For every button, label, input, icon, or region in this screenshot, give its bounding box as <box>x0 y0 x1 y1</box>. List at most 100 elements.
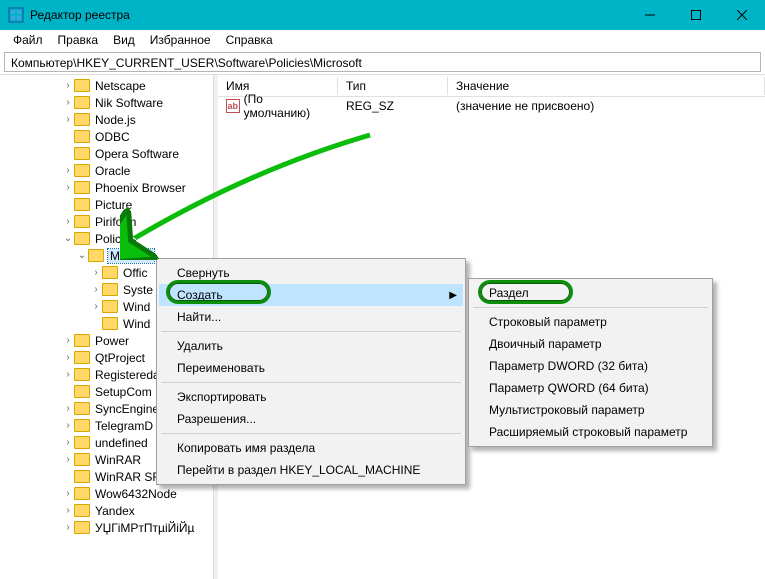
expand-icon[interactable]: › <box>62 216 74 227</box>
tree-item[interactable]: Opera Software <box>0 145 213 162</box>
collapse-icon[interactable]: ⌄ <box>62 233 74 244</box>
tree-item[interactable]: ⌄Policies <box>0 230 213 247</box>
tree-item-label: undefined <box>94 436 149 450</box>
menu-separator <box>161 433 461 434</box>
tree-item-label: Piriform <box>94 215 137 229</box>
expand-icon[interactable]: › <box>62 437 74 448</box>
tree-item[interactable]: ›Phoenix Browser <box>0 179 213 196</box>
menu-item-label: Двоичный параметр <box>489 337 602 351</box>
menu-item[interactable]: Расширяемый строковый параметр <box>471 421 710 443</box>
tree-item-label: Netscape <box>94 79 147 93</box>
expand-icon[interactable]: › <box>90 301 102 312</box>
menu-item[interactable]: Двоичный параметр <box>471 333 710 355</box>
menu-edit[interactable]: Правка <box>51 31 106 49</box>
list-row[interactable]: ab (По умолчанию) REG_SZ (значение не пр… <box>218 97 765 115</box>
submenu-create[interactable]: Раздел Строковый параметр Двоичный парамет… <box>468 278 713 447</box>
context-menu[interactable]: СвернутьСоздать▶Найти... Удалить Переимено… <box>156 258 466 485</box>
menu-item[interactable]: Удалить <box>159 335 463 357</box>
menu-item-label: Раздел <box>489 286 529 300</box>
menu-item-label: Экспортировать <box>177 390 267 404</box>
menu-item[interactable]: Перейти в раздел HKEY_LOCAL_MACHINE <box>159 459 463 481</box>
menu-item[interactable]: Свернуть <box>159 262 463 284</box>
expand-icon[interactable]: › <box>62 352 74 363</box>
string-value-icon: ab <box>226 99 240 113</box>
tree-item[interactable]: ›Nik Software <box>0 94 213 111</box>
tree-item-label: TelegramD <box>94 419 154 433</box>
tree-item-label: Microso <box>108 249 154 263</box>
menu-view[interactable]: Вид <box>106 31 142 49</box>
expand-icon[interactable]: › <box>62 80 74 91</box>
menu-item[interactable]: Параметр DWORD (32 бита) <box>471 355 710 377</box>
tree-item-label: Oracle <box>94 164 131 178</box>
menu-help[interactable]: Справка <box>219 31 280 49</box>
menu-item-label: Расширяемый строковый параметр <box>489 425 687 439</box>
tree-item-label: Power <box>94 334 130 348</box>
minimize-button[interactable] <box>627 0 673 30</box>
expand-icon[interactable]: › <box>62 454 74 465</box>
tree-item[interactable]: Picture <box>0 196 213 213</box>
folder-icon <box>74 181 90 194</box>
menu-separator <box>473 307 708 308</box>
menu-item[interactable]: Копировать имя раздела <box>159 437 463 459</box>
folder-icon <box>74 419 90 432</box>
expand-icon[interactable]: › <box>62 182 74 193</box>
tree-item[interactable]: ›Yandex <box>0 502 213 519</box>
expand-icon[interactable]: › <box>62 488 74 499</box>
tree-item[interactable]: › Netscape <box>0 77 213 94</box>
menu-item[interactable]: Найти... <box>159 306 463 328</box>
expand-icon[interactable]: › <box>90 267 102 278</box>
menu-item-label: Переименовать <box>177 361 265 375</box>
expand-icon[interactable]: › <box>62 335 74 346</box>
address-bar[interactable]: Компьютер\HKEY_CURRENT_USER\Software\Pol… <box>4 52 761 72</box>
expand-icon[interactable]: › <box>62 369 74 380</box>
menu-item[interactable]: Раздел <box>471 282 710 304</box>
menu-item[interactable]: Параметр QWORD (64 бита) <box>471 377 710 399</box>
expand-icon[interactable]: › <box>62 97 74 108</box>
tree-item[interactable]: ODBC <box>0 128 213 145</box>
menu-favorites[interactable]: Избранное <box>143 31 218 49</box>
submenu-arrow-icon: ▶ <box>449 290 457 301</box>
tree-item[interactable]: ›Wow6432Node <box>0 485 213 502</box>
folder-icon <box>102 283 118 296</box>
menu-item[interactable]: Экспортировать <box>159 386 463 408</box>
expand-icon[interactable]: › <box>62 420 74 431</box>
maximize-button[interactable] <box>673 0 719 30</box>
folder-icon <box>74 385 90 398</box>
cell-type: REG_SZ <box>338 99 448 113</box>
tree-item-label: QtProject <box>94 351 146 365</box>
tree-item-label: Wind <box>122 317 151 331</box>
menu-item[interactable]: Создать▶ <box>159 284 463 306</box>
expand-icon[interactable]: › <box>90 284 102 295</box>
col-value[interactable]: Значение <box>448 77 765 95</box>
tree-item[interactable]: ›УЏГіМРтПтµіЙіЙµ <box>0 519 213 536</box>
expand-icon[interactable]: › <box>62 505 74 516</box>
tree-item[interactable]: ›Node.js <box>0 111 213 128</box>
expand-icon[interactable]: › <box>62 114 74 125</box>
menu-bar: Файл Правка Вид Избранное Справка <box>0 30 765 50</box>
folder-icon <box>74 79 90 92</box>
expand-icon[interactable]: › <box>62 522 74 533</box>
collapse-icon[interactable]: ⌄ <box>76 250 88 261</box>
folder-icon <box>74 164 90 177</box>
folder-icon <box>74 232 90 245</box>
folder-icon <box>74 453 90 466</box>
menu-item-label: Копировать имя раздела <box>177 441 315 455</box>
folder-icon <box>74 351 90 364</box>
folder-icon <box>74 487 90 500</box>
tree-item[interactable]: › Oracle <box>0 162 213 179</box>
col-type[interactable]: Тип <box>338 77 448 95</box>
expand-icon[interactable]: › <box>62 165 74 176</box>
menu-item[interactable]: Разрешения... <box>159 408 463 430</box>
folder-icon <box>74 436 90 449</box>
menu-item[interactable]: Переименовать <box>159 357 463 379</box>
expand-icon[interactable]: › <box>62 403 74 414</box>
tree-item-label: Picture <box>94 198 133 212</box>
menu-item-label: Разрешения... <box>177 412 256 426</box>
menu-file[interactable]: Файл <box>6 31 50 49</box>
menu-item[interactable]: Мультистроковый параметр <box>471 399 710 421</box>
close-button[interactable] <box>719 0 765 30</box>
menu-item-label: Параметр QWORD (64 бита) <box>489 381 649 395</box>
tree-item-label: Registereda <box>94 368 161 382</box>
tree-item[interactable]: › Piriform <box>0 213 213 230</box>
menu-item[interactable]: Строковый параметр <box>471 311 710 333</box>
